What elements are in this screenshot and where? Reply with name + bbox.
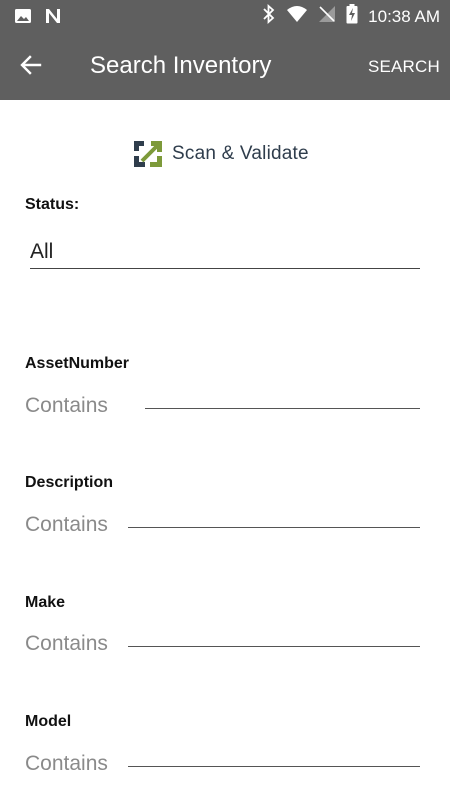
status-bar-left xyxy=(14,7,62,30)
asset-number-input[interactable]: Contains xyxy=(25,394,108,418)
app-bar: Search Inventory SEARCH xyxy=(0,32,450,100)
asset-number-label: AssetNumber xyxy=(25,355,130,372)
arrow-left-icon xyxy=(20,55,42,75)
status-select[interactable]: All xyxy=(30,240,53,264)
battery-charging-icon xyxy=(346,4,358,29)
bluetooth-icon xyxy=(262,3,276,29)
make-label: Make xyxy=(25,594,66,611)
model-underline xyxy=(128,766,420,767)
make-input[interactable]: Contains xyxy=(25,632,108,656)
wifi-icon xyxy=(286,5,308,28)
scan-validate-logo: Scan & Validate xyxy=(132,139,309,169)
model-input[interactable]: Contains xyxy=(25,752,108,776)
image-icon xyxy=(14,7,32,30)
no-sim-icon xyxy=(318,5,336,28)
status-bar: 10:38 AM xyxy=(0,0,450,32)
back-button[interactable] xyxy=(18,52,50,80)
n-icon xyxy=(44,7,62,30)
asset-number-underline xyxy=(145,408,420,409)
description-label: Description xyxy=(25,474,114,491)
logo-text: Scan & Validate xyxy=(172,143,309,164)
make-underline xyxy=(128,646,420,647)
status-bar-right: 10:38 AM xyxy=(262,3,440,29)
logo-icon xyxy=(134,141,162,167)
page-title: Search Inventory xyxy=(90,52,272,79)
description-underline xyxy=(128,527,420,528)
model-label: Model xyxy=(25,713,72,730)
status-select-underline xyxy=(30,268,420,269)
search-button[interactable]: SEARCH xyxy=(368,57,440,77)
description-input[interactable]: Contains xyxy=(25,513,108,537)
status-label: Status: xyxy=(25,196,80,213)
status-time: 10:38 AM xyxy=(368,6,440,26)
